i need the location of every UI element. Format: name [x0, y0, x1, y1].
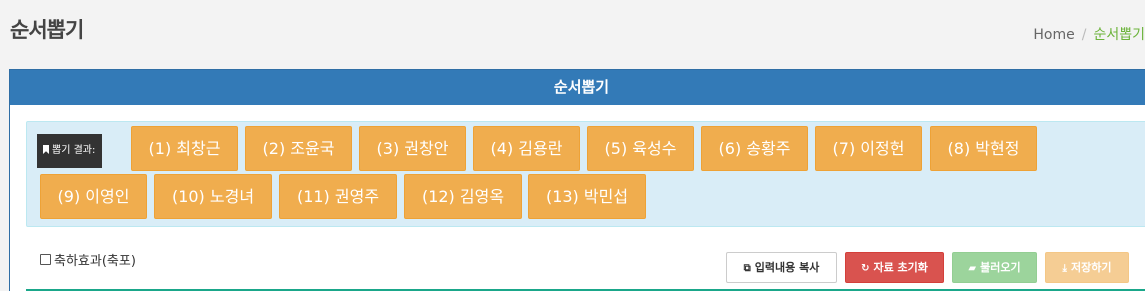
load-button[interactable]: ▰ 불러오기 [952, 252, 1037, 283]
bookmark-icon [43, 145, 49, 154]
pick-item: (5) 육성수 [587, 126, 694, 171]
copy-input-button-label: 입력내용 복사 [754, 261, 820, 274]
result-label: 뽑기 결과: [37, 134, 103, 168]
pick-item: (9) 이영인 [40, 174, 147, 219]
pick-item: (7) 이정헌 [815, 126, 922, 171]
pick-item: (8) 박현정 [930, 126, 1037, 171]
save-button[interactable]: ⤓ 저장하기 [1045, 252, 1129, 283]
page-title: 순서뽑기 [10, 18, 84, 42]
pick-item: (2) 조윤국 [245, 126, 352, 171]
pick-item: (1) 최창근 [131, 126, 238, 171]
pick-item: (10) 노경녀 [154, 174, 272, 219]
download-icon: ⤓ [1062, 263, 1067, 274]
pick-item: (13) 박민섭 [528, 174, 646, 219]
celebration-checkbox-label: 축하효과(축포) [54, 254, 136, 269]
refresh-icon: ↻ [861, 263, 870, 274]
pick-item: (11) 권영주 [279, 174, 397, 219]
copy-input-button[interactable]: ⧉ 입력내용 복사 [726, 252, 837, 283]
breadcrumb: Home / 순서뽑기 [1033, 24, 1145, 44]
panel-header: 순서뽑기 [10, 70, 1145, 105]
breadcrumb-home-link[interactable]: Home [1033, 27, 1074, 43]
pick-item: (4) 김용란 [473, 126, 580, 171]
reset-data-button[interactable]: ↻ 자료 초기화 [845, 252, 944, 283]
reset-data-button-label: 자료 초기화 [873, 261, 928, 274]
result-box: 뽑기 결과: (1) 최창근 (2) 조윤국 (3) 권창안 (4) 김용란 (… [26, 121, 1145, 227]
result-label-text: 뽑기 결과: [52, 145, 96, 156]
copy-icon: ⧉ [743, 263, 751, 274]
celebration-checkbox[interactable]: 축하효과(축포) [40, 250, 136, 269]
save-button-label: 저장하기 [1070, 261, 1112, 274]
pick-item: (3) 권창안 [359, 126, 466, 171]
load-button-label: 불러오기 [980, 261, 1021, 274]
pick-item: (12) 김영옥 [404, 174, 522, 219]
checkbox-icon[interactable] [40, 254, 51, 265]
breadcrumb-current: 순서뽑기 [1093, 27, 1145, 43]
folder-open-icon: ▰ [968, 263, 977, 274]
breadcrumb-separator: / [1081, 27, 1087, 43]
draw-panel: 순서뽑기 뽑기 결과: (1) 최창근 (2) 조윤국 (3) 권창안 (4) … [9, 69, 1145, 291]
pick-item: (6) 송황주 [701, 126, 808, 171]
